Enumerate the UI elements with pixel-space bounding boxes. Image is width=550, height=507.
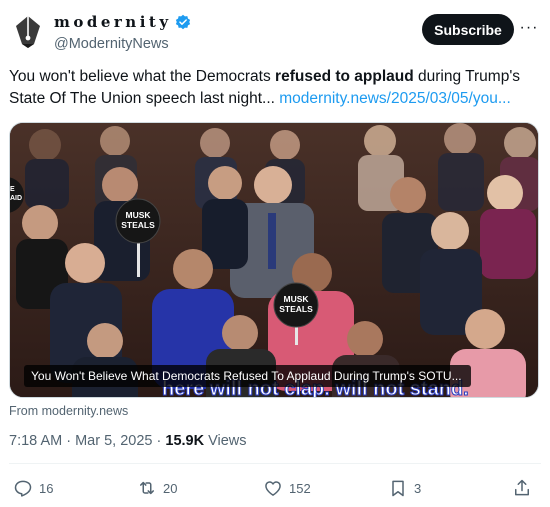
reply-button[interactable]: 16 [13,478,53,498]
divider [9,463,541,464]
subscribe-button[interactable]: Subscribe [422,14,514,45]
share-button[interactable] [512,478,538,498]
video-thumbnail: MUSK STEALS MUSK STEALS E AID here will … [10,123,538,397]
like-button[interactable]: 152 [263,478,311,498]
tweet-media-video[interactable]: MUSK STEALS MUSK STEALS E AID here will … [9,122,539,398]
sign-text: STEALS [279,304,313,314]
heart-icon [265,481,281,496]
pen-nib-logo-icon [16,16,40,48]
like-count: 152 [289,480,311,496]
tweet-text: You won't believe what the Democrats ref… [9,66,541,110]
verified-badge-icon [175,14,190,30]
bookmark-icon [392,480,404,497]
sign-text: E [10,186,15,193]
video-caption: You Won't Believe What Democrats Refused… [24,365,471,387]
bookmark-count: 3 [414,480,422,496]
more-options-icon[interactable]: ··· [518,18,540,38]
reply-icon [14,480,32,497]
action-bar: 16 20 152 3 [9,478,541,502]
sign-text: MUSK [283,294,309,304]
repost-count: 20 [163,480,178,496]
tweet-text-part: You won't believe what the Democrats [9,68,276,85]
tweet-meta: 7:18 AM · Mar 5, 2025 · 15.9K Views [9,433,247,449]
share-icon [515,479,529,496]
meta-separator: · [152,433,166,449]
reply-count: 16 [39,480,54,496]
tweet-header: modernity @ModernityNews Subscribe ··· [8,10,542,58]
display-name[interactable]: modernity [54,13,172,31]
repost-icon [140,481,154,495]
views-count: 15.9K [165,433,205,449]
views-label: Views [204,433,247,449]
tweet-date[interactable]: Mar 5, 2025 [75,433,152,449]
account-handle[interactable]: @ModernityNews [54,36,191,52]
link-source[interactable]: From modernity.news [9,404,128,418]
display-name-row[interactable]: modernity [54,13,191,31]
sign-text: STEALS [121,220,155,230]
repost-button[interactable]: 20 [137,478,177,498]
tweet-text-bold: refused to applaud [275,68,414,85]
sign-text: MUSK [125,210,151,220]
account-avatar[interactable] [8,12,48,52]
meta-separator: · [62,433,76,449]
tweet-link[interactable]: modernity.news/2025/03/05/you... [279,90,511,107]
sign-text: AID [10,195,22,202]
tweet-time[interactable]: 7:18 AM [9,433,62,449]
bookmark-button[interactable]: 3 [388,478,421,498]
